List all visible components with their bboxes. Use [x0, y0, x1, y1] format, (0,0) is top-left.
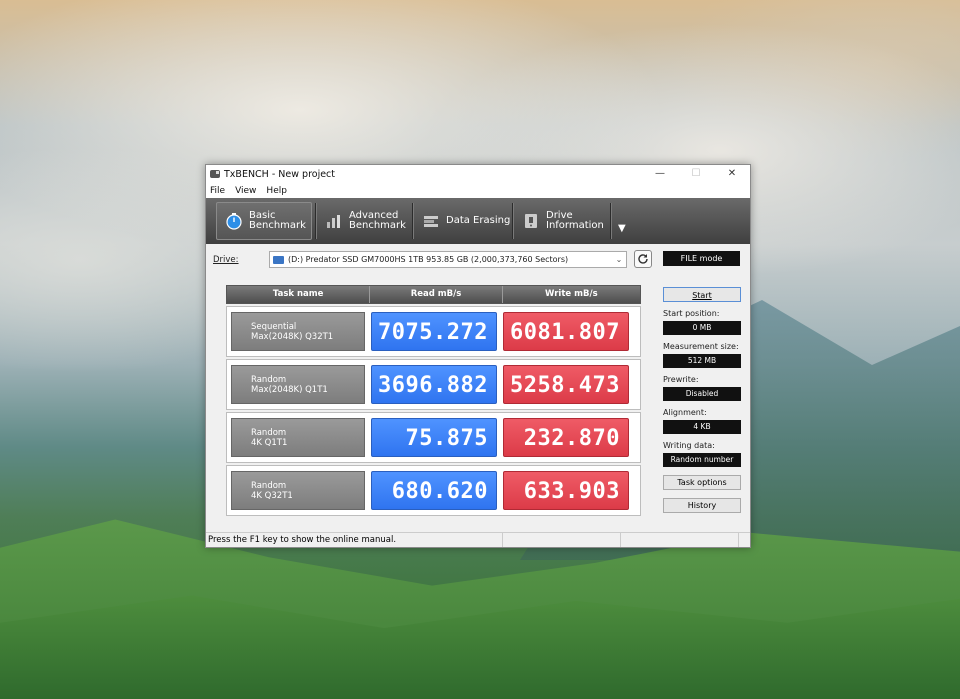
menu-file[interactable]: File [210, 186, 225, 196]
bar-chart-icon [325, 212, 343, 230]
tab-advanced-benchmark[interactable]: Advanced Benchmark [317, 203, 412, 239]
table-header: Task name Read mB/s Write mB/s [226, 285, 641, 304]
task-name-line1: Random [251, 481, 287, 491]
tab-data-erasing[interactable]: Data Erasing [414, 203, 512, 239]
prewrite-field[interactable]: Disabled [663, 387, 741, 401]
txbench-window: TxBENCH - New project — ☐ ✕ File View He… [205, 164, 751, 548]
stopwatch-icon [225, 212, 243, 230]
refresh-button[interactable] [634, 250, 652, 268]
write-value: 232.870 [503, 418, 629, 457]
tab-label-line2: Benchmark [249, 220, 306, 231]
task-name-line1: Sequential [251, 322, 297, 332]
drive-row: Drive: (D:) Predator SSD GM7000HS 1TB 95… [206, 249, 750, 271]
write-value: 633.903 [503, 471, 629, 510]
drive-label: Drive: [213, 255, 239, 265]
file-mode-badge: FILE mode [663, 251, 740, 266]
status-cell [503, 533, 621, 547]
task-name-line2: 4K Q32T1 [251, 490, 293, 501]
task-name-line2: 4K Q1T1 [251, 437, 288, 448]
window-title: TxBENCH - New project [224, 168, 336, 180]
table-row: Random 4K Q1T1 75.875 232.870 [226, 412, 641, 463]
task-button-rnd4k-q32t1[interactable]: Random 4K Q32T1 [231, 471, 365, 510]
tab-label-line2: Information [546, 220, 604, 231]
start-button[interactable]: Start [663, 287, 741, 302]
drive-select[interactable]: (D:) Predator SSD GM7000HS 1TB 953.85 GB… [269, 251, 627, 268]
menu-bar: File View Help [206, 183, 750, 198]
start-position-field[interactable]: 0 MB [663, 321, 741, 335]
tab-drive-information[interactable]: Drive Information [514, 203, 610, 239]
read-value: 75.875 [371, 418, 497, 457]
refresh-icon [638, 254, 648, 264]
drive-icon [273, 255, 284, 264]
status-text: Press the F1 key to show the online manu… [206, 533, 503, 547]
chevron-down-icon: ⌄ [615, 255, 623, 264]
read-value: 7075.272 [371, 312, 497, 351]
menu-help[interactable]: Help [266, 186, 287, 196]
start-position-label: Start position: [663, 309, 720, 318]
maximize-button[interactable]: ☐ [678, 165, 714, 183]
task-name-line1: Random [251, 428, 287, 438]
writing-data-field[interactable]: Random number [663, 453, 741, 467]
header-write: Write mB/s [545, 289, 598, 299]
minimize-button[interactable]: — [642, 165, 678, 183]
read-value: 3696.882 [371, 365, 497, 404]
alignment-field[interactable]: 4 KB [663, 420, 741, 434]
toolbar-separator [610, 203, 612, 239]
results-table: Task name Read mB/s Write mB/s Sequentia… [226, 285, 641, 516]
read-value: 680.620 [371, 471, 497, 510]
task-options-button[interactable]: Task options [663, 475, 741, 490]
status-bar: Press the F1 key to show the online manu… [206, 532, 750, 547]
table-row: Random 4K Q32T1 680.620 633.903 [226, 465, 641, 516]
task-button-rnd4k-q1t1[interactable]: Random 4K Q1T1 [231, 418, 365, 457]
prewrite-label: Prewrite: [663, 375, 699, 384]
close-button[interactable]: ✕ [714, 165, 750, 183]
write-value: 5258.473 [503, 365, 629, 404]
toolbar: Basic Benchmark Advanced Benchmark Data Er… [206, 198, 750, 244]
task-name-line2: Max(2048K) Q1T1 [251, 384, 328, 395]
task-button-rnd-q1t1[interactable]: Random Max(2048K) Q1T1 [231, 365, 365, 404]
drive-select-value: (D:) Predator SSD GM7000HS 1TB 953.85 GB… [288, 255, 569, 264]
settings-panel: Start Start position: 0 MB Measurement s… [663, 287, 741, 513]
menu-view[interactable]: View [235, 186, 256, 196]
tab-label-line2: Benchmark [349, 220, 406, 231]
status-cell [621, 533, 739, 547]
header-read: Read mB/s [370, 286, 503, 303]
window-controls: — ☐ ✕ [642, 165, 750, 183]
header-task-name: Task name [227, 286, 371, 303]
task-button-seq-q32t1[interactable]: Sequential Max(2048K) Q32T1 [231, 312, 365, 351]
title-bar[interactable]: TxBENCH - New project — ☐ ✕ [206, 165, 750, 183]
write-value: 6081.807 [503, 312, 629, 351]
history-button[interactable]: History [663, 498, 741, 513]
drive-info-icon [522, 212, 540, 230]
table-row: Random Max(2048K) Q1T1 3696.882 5258.473 [226, 359, 641, 410]
writing-data-label: Writing data: [663, 441, 715, 450]
task-name-line1: Random [251, 375, 287, 385]
alignment-label: Alignment: [663, 408, 707, 417]
measurement-size-label: Measurement size: [663, 342, 739, 351]
tab-basic-benchmark[interactable]: Basic Benchmark [216, 202, 312, 240]
eraser-icon [422, 212, 440, 230]
task-name-line2: Max(2048K) Q32T1 [251, 331, 334, 342]
tab-label-line1: Data Erasing [446, 215, 511, 226]
table-row: Sequential Max(2048K) Q32T1 7075.272 608… [226, 306, 641, 357]
toolbar-dropdown-icon[interactable]: ▼ [618, 223, 626, 234]
measurement-size-field[interactable]: 512 MB [663, 354, 741, 368]
app-icon [210, 170, 220, 178]
